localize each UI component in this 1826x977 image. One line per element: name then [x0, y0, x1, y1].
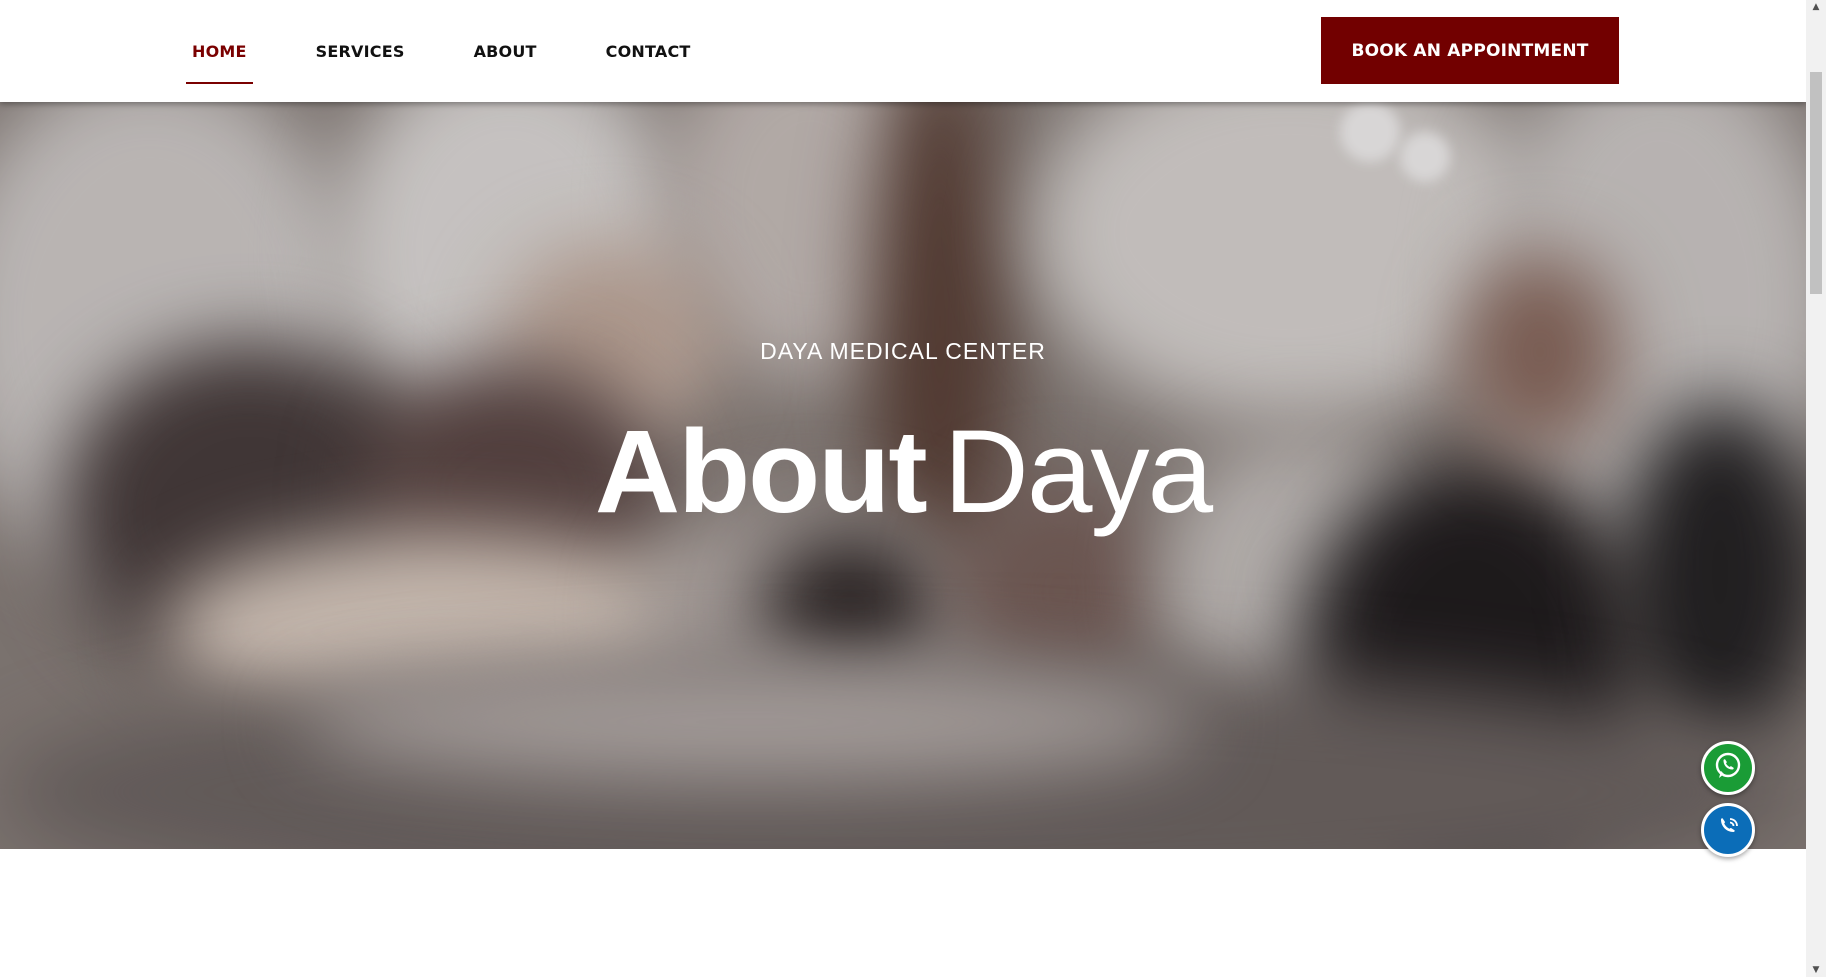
scroll-up-arrow-icon[interactable]: ▲ [1806, 0, 1826, 14]
page: HOME SERVICES ABOUT CONTACT BOOK AN APPO… [0, 0, 1806, 977]
scroll-down-arrow-icon[interactable]: ▼ [1806, 963, 1826, 977]
nav-item-services[interactable]: SERVICES [310, 0, 411, 102]
scrollbar-thumb[interactable] [1810, 72, 1822, 294]
whatsapp-icon [1713, 751, 1743, 786]
call-button[interactable] [1701, 803, 1755, 857]
nav-item-about[interactable]: ABOUT [468, 0, 543, 102]
nav-item-contact[interactable]: CONTACT [600, 0, 697, 102]
hero-title-bold: About [594, 406, 928, 538]
hero-title-light: Daya [943, 406, 1213, 538]
main-nav: HOME SERVICES ABOUT CONTACT [186, 0, 754, 102]
active-underline [186, 82, 253, 84]
whatsapp-button[interactable] [1701, 741, 1755, 795]
page-scrollbar[interactable]: ▲ ▼ [1806, 0, 1826, 977]
site-header: HOME SERVICES ABOUT CONTACT BOOK AN APPO… [0, 0, 1806, 102]
nav-item-label: SERVICES [315, 42, 405, 61]
hero-subtitle: DAYA MEDICAL CENTER [760, 338, 1046, 364]
nav-item-label: ABOUT [473, 42, 537, 61]
hero-banner: DAYA MEDICAL CENTER About Daya [0, 102, 1806, 849]
nav-item-home[interactable]: HOME [186, 0, 253, 102]
hero-title: About Daya [0, 402, 1806, 542]
nav-item-label: HOME [192, 42, 247, 61]
book-appointment-button[interactable]: BOOK AN APPOINTMENT [1321, 17, 1619, 84]
nav-item-label: CONTACT [605, 42, 691, 61]
phone-icon [1713, 813, 1743, 848]
